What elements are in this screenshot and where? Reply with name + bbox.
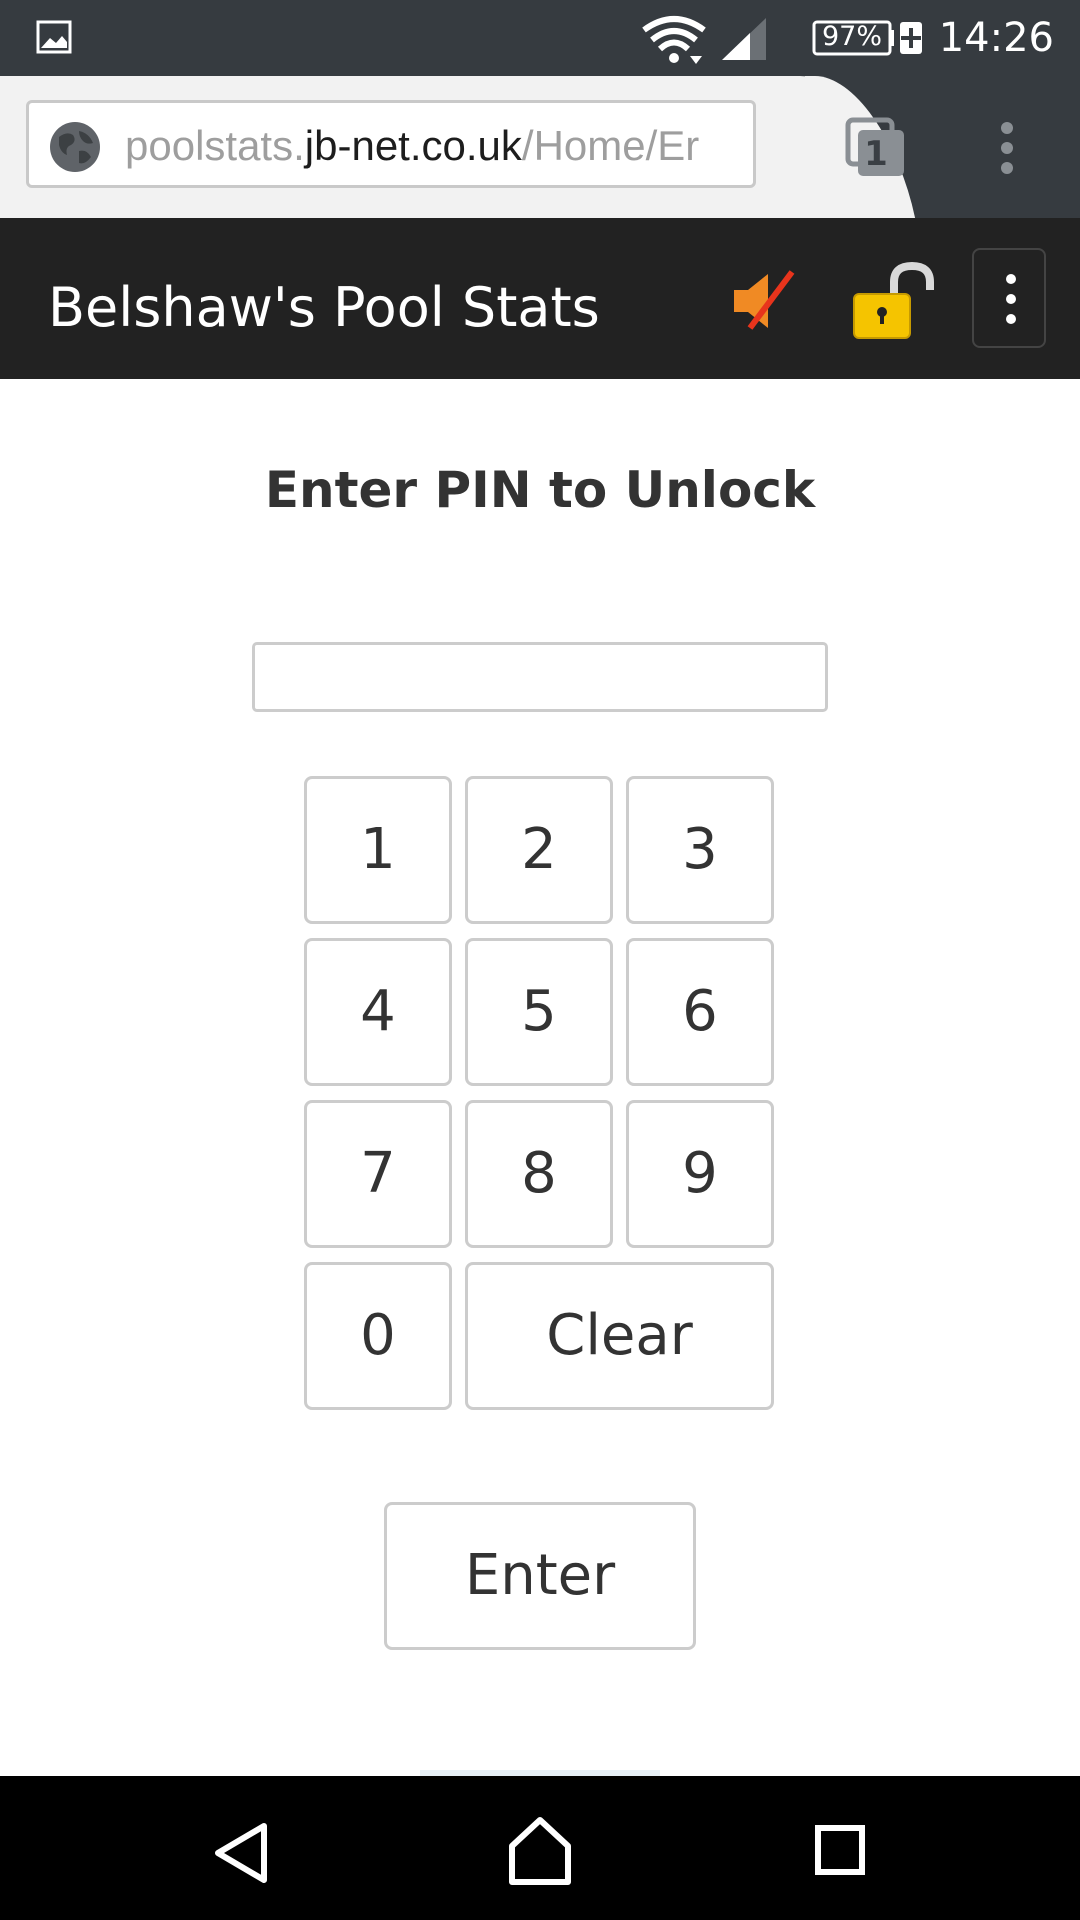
back-icon[interactable] — [210, 1820, 270, 1886]
pin-input[interactable] — [252, 642, 828, 712]
page-heading: Enter PIN to Unlock — [264, 461, 816, 519]
app-title[interactable]: Belshaw's Pool Stats — [48, 278, 600, 338]
url-bar[interactable]: poolstats.jb-net.co.uk/Home/Er — [26, 100, 756, 188]
unlock-icon[interactable] — [850, 262, 946, 340]
url-prefix: poolstats. — [125, 122, 305, 169]
url-host: jb-net.co.uk — [304, 122, 522, 169]
key-1[interactable]: 1 — [304, 776, 452, 924]
key-0[interactable]: 0 — [304, 1262, 452, 1410]
menu-dot — [1006, 314, 1016, 324]
wifi-icon — [642, 16, 706, 64]
menu-dot — [1006, 294, 1016, 304]
nav-menu-button[interactable] — [972, 248, 1046, 348]
battery-level: 97% — [821, 21, 882, 52]
globe-icon — [50, 122, 100, 172]
key-9[interactable]: 9 — [626, 1100, 774, 1248]
clear-button[interactable]: Clear — [465, 1262, 774, 1410]
key-4[interactable]: 4 — [304, 938, 452, 1086]
key-7[interactable]: 7 — [304, 1100, 452, 1248]
key-6[interactable]: 6 — [626, 938, 774, 1086]
gallery-notification-icon — [36, 20, 72, 54]
recents-icon[interactable] — [814, 1824, 866, 1876]
home-icon[interactable] — [506, 1816, 574, 1886]
key-8[interactable]: 8 — [465, 1100, 613, 1248]
url-text: poolstats.jb-net.co.uk/Home/Er — [125, 117, 699, 175]
status-bar: 97% 14:26 — [0, 0, 1080, 76]
signal-icon — [722, 18, 766, 60]
url-path: /Home/Er — [521, 122, 700, 169]
key-5[interactable]: 5 — [465, 938, 613, 1086]
enter-button[interactable]: Enter — [384, 1502, 696, 1650]
mute-icon[interactable] — [730, 268, 798, 334]
menu-dot — [1006, 274, 1016, 284]
clock: 14:26 — [938, 15, 1054, 61]
tab-count: 1 — [864, 134, 888, 174]
browser-menu-icon[interactable] — [990, 120, 1024, 176]
key-3[interactable]: 3 — [626, 776, 774, 924]
key-2[interactable]: 2 — [465, 776, 613, 924]
